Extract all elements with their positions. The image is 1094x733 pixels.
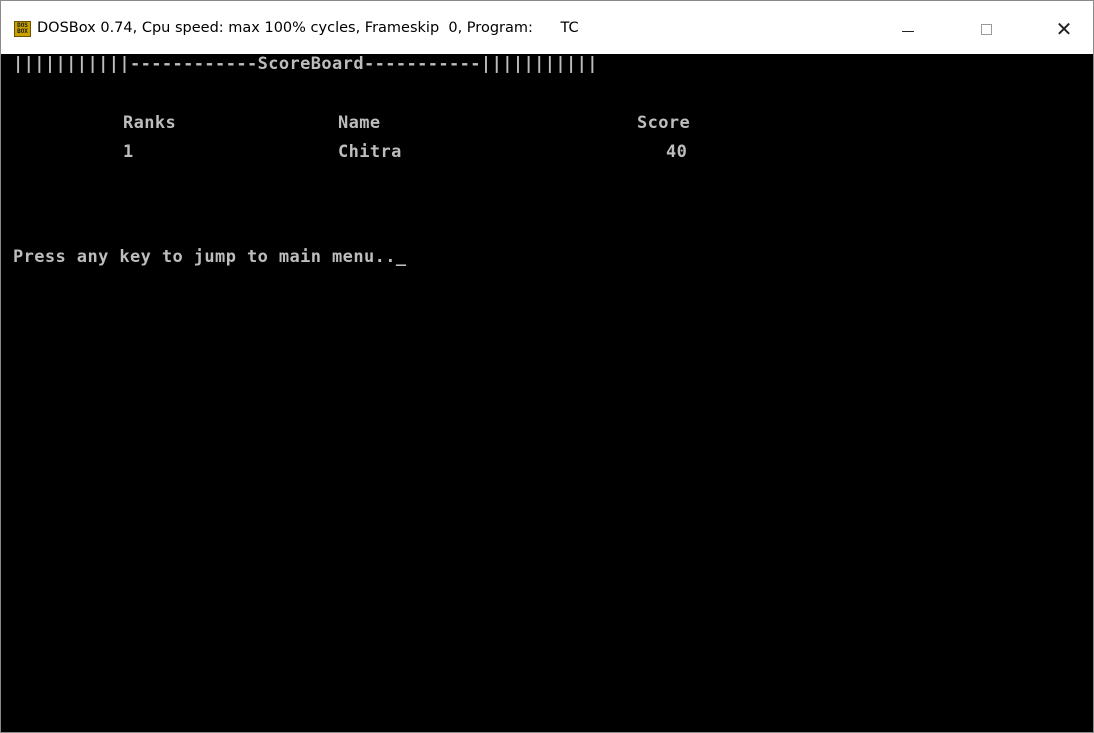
prompt-text: Press any key to jump to main menu.. bbox=[13, 247, 396, 267]
column-header-score: Score bbox=[637, 113, 691, 133]
title-bar[interactable]: DOS BOX DOSBox 0.74, Cpu speed: max 100%… bbox=[1, 1, 1093, 54]
column-header-name: Name bbox=[338, 113, 381, 133]
row-score: 40 bbox=[666, 142, 688, 162]
row-name: Chitra bbox=[338, 142, 402, 162]
prompt-line: Press any key to jump to main menu.._ bbox=[13, 247, 407, 267]
dos-screen[interactable]: |||||||||||------------ScoreBoard-------… bbox=[1, 54, 1093, 732]
close-icon: ✕ bbox=[1055, 17, 1073, 41]
row-rank: 1 bbox=[123, 142, 134, 162]
dosbox-app-icon[interactable]: DOS BOX bbox=[14, 21, 31, 37]
window-title: DOSBox 0.74, Cpu speed: max 100% cycles,… bbox=[37, 20, 579, 36]
dosbox-window: DOS BOX DOSBox 0.74, Cpu speed: max 100%… bbox=[0, 0, 1094, 733]
scoreboard-header: |||||||||||------------ScoreBoard-------… bbox=[13, 54, 598, 74]
column-header-rank: Ranks bbox=[123, 113, 177, 133]
app-icon-text-bottom: BOX bbox=[17, 28, 28, 35]
minimize-button[interactable] bbox=[885, 11, 931, 47]
close-button[interactable]: ✕ bbox=[1041, 11, 1087, 47]
maximize-icon bbox=[980, 23, 992, 35]
text-cursor: _ bbox=[395, 247, 407, 267]
maximize-button[interactable] bbox=[963, 11, 1009, 47]
minimize-icon bbox=[902, 30, 914, 32]
